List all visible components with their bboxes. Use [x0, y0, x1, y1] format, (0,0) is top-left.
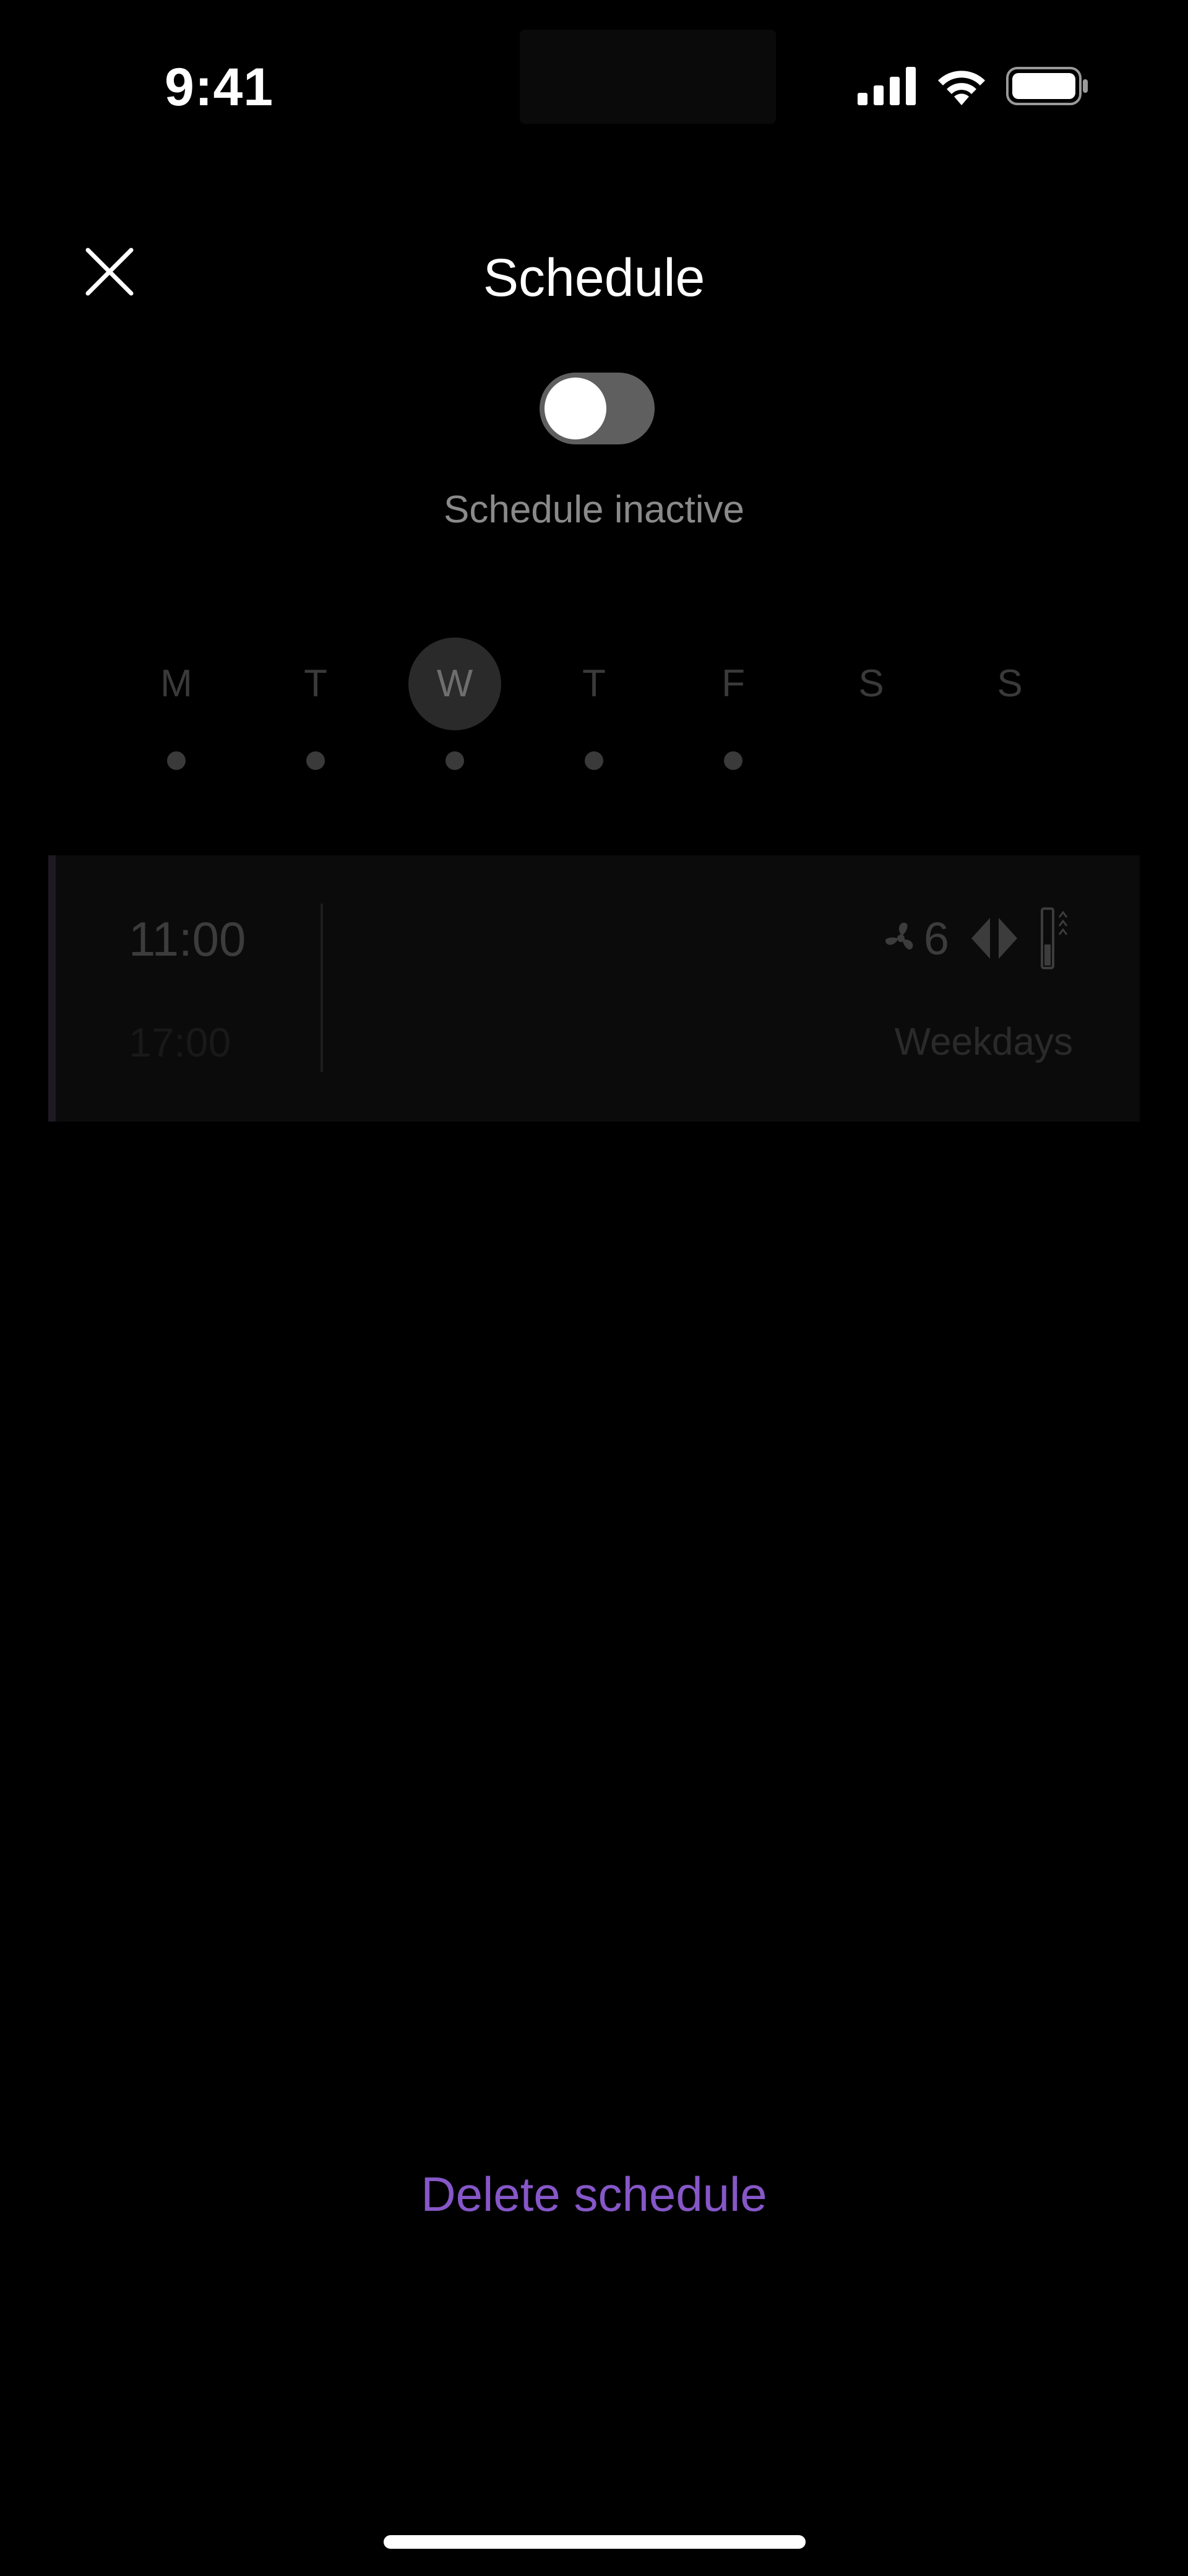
- day-letter: S: [858, 662, 884, 705]
- home-indicator[interactable]: [384, 2535, 806, 2549]
- fan-speed: 6: [882, 912, 949, 965]
- day-letter: M: [160, 662, 192, 705]
- toggle-knob: [544, 378, 606, 439]
- fan-icon: [885, 922, 913, 950]
- schedule-dot: [306, 751, 325, 770]
- day-tuesday[interactable]: T: [269, 638, 362, 774]
- oscillation-icon: [971, 918, 1017, 959]
- schedule-dot: [167, 751, 186, 770]
- schedule-end-time: 17:00: [129, 1019, 231, 1065]
- heat-icon: [1041, 907, 1068, 969]
- day-friday[interactable]: F: [687, 638, 780, 774]
- delete-schedule-button[interactable]: Delete schedule: [0, 2166, 1188, 2223]
- battery-icon: [1006, 67, 1089, 105]
- schedule-active-toggle[interactable]: [540, 373, 655, 444]
- camera-notch: [520, 30, 776, 124]
- day-letter: S: [997, 662, 1023, 705]
- status-icons: [858, 67, 1089, 105]
- status-time: 9:41: [165, 58, 274, 117]
- day-letter: W: [408, 638, 501, 730]
- day-sunday[interactable]: S: [963, 638, 1056, 774]
- cellular-signal-icon: [858, 67, 917, 105]
- status-bar: 9:41: [0, 0, 1188, 173]
- schedule-card[interactable]: 11:00 17:00 6 Weekdays: [48, 855, 1140, 1122]
- schedule-dot: [724, 751, 742, 770]
- day-letter: F: [721, 662, 745, 705]
- card-divider: [321, 904, 323, 1072]
- schedule-status-text: Schedule inactive: [444, 488, 744, 531]
- day-letter: T: [582, 662, 606, 705]
- day-wednesday[interactable]: W: [408, 638, 501, 774]
- schedule-dot: [446, 751, 464, 770]
- day-monday[interactable]: M: [130, 638, 223, 774]
- schedule-settings: 6: [882, 906, 1073, 970]
- page-title: Schedule: [483, 248, 705, 308]
- schedule-days-label: Weekdays: [894, 1021, 1073, 1063]
- day-selector: M T W T F S S: [0, 638, 1188, 774]
- wifi-icon: [936, 67, 988, 105]
- day-thursday[interactable]: T: [548, 638, 640, 774]
- schedule-start-time: 11:00: [129, 912, 246, 966]
- schedule-dot: [585, 751, 603, 770]
- fan-speed-value: 6: [923, 912, 949, 964]
- day-saturday[interactable]: S: [825, 638, 918, 774]
- day-letter: T: [304, 662, 327, 705]
